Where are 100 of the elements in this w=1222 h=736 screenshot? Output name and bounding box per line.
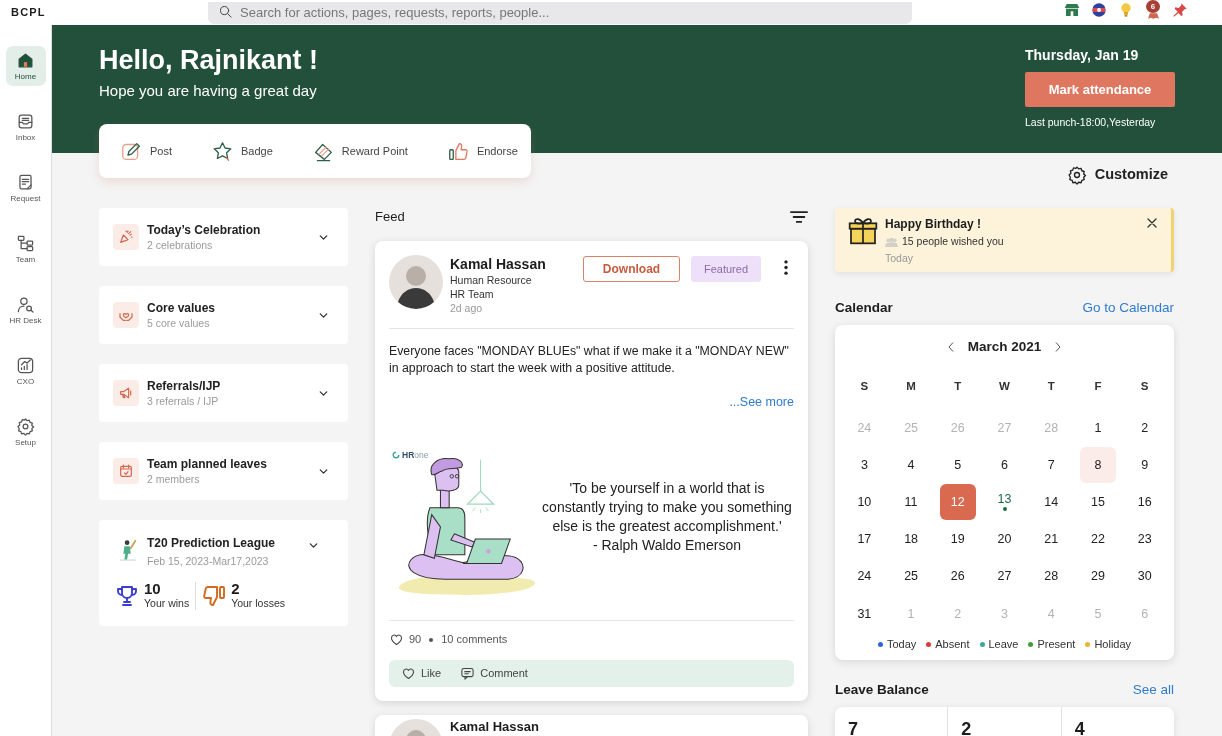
see-all-link[interactable]: See all [1132, 680, 1174, 701]
widget-subtitle: 2 celebrations [147, 238, 214, 252]
home-icon [16, 51, 35, 70]
settings-icon [1066, 165, 1087, 186]
comment-button[interactable]: Comment [460, 665, 528, 682]
calendar-day[interactable]: 1 [1079, 409, 1116, 446]
round-badge-icon[interactable] [1091, 2, 1107, 18]
trophy-icon [115, 583, 139, 608]
calendar-day[interactable]: 13 [986, 483, 1023, 520]
more-options-button[interactable] [784, 260, 788, 275]
like-count: 90 [409, 632, 422, 647]
legend-label: Today [886, 637, 917, 651]
document-icon [16, 173, 35, 192]
sidebar-item[interactable]: Team [5, 229, 46, 269]
calendar-day[interactable]: 25 [893, 558, 930, 595]
thumbs-down-icon [202, 583, 227, 608]
calendar-day[interactable]: 17 [846, 521, 883, 558]
comment-icon [460, 666, 476, 681]
hierarchy-icon [16, 234, 35, 253]
featured-tag: Featured [691, 256, 761, 282]
next-month-button[interactable] [1055, 341, 1062, 353]
weekday-label: T [1047, 379, 1055, 395]
sidebar-item[interactable]: Request [5, 168, 46, 208]
month-title: March 2021 [967, 337, 1042, 356]
calendar-day[interactable]: 6 [986, 446, 1023, 483]
calendar-day[interactable]: 27 [986, 558, 1023, 595]
calendar-day[interactable]: 3 [846, 446, 883, 483]
date-text: Thursday, Jan 19 [1025, 46, 1140, 64]
close-button[interactable] [1146, 217, 1158, 229]
quote-text: 'To be yourself in a world that is constantly trying to make you something else is the greatest accomplishment.' [541, 479, 793, 536]
calendar-day[interactable]: 29 [1079, 558, 1116, 595]
wishes-text: 15 people wished you [902, 235, 1004, 248]
calendar-day[interactable]: 4 [893, 446, 930, 483]
calendar-day[interactable]: 14 [1033, 483, 1070, 520]
quick-action-button[interactable]: Endorse [447, 140, 518, 162]
go-to-calendar-link[interactable]: Go to Calendar [1082, 297, 1174, 319]
party-popper-icon [113, 224, 139, 250]
calendar-day[interactable]: 24 [846, 558, 883, 595]
quick-action-button[interactable]: Reward Point [312, 140, 408, 162]
author-team: HR Team [450, 287, 495, 301]
calendar-icon [113, 458, 139, 484]
people-icon [885, 236, 898, 247]
star-icon [212, 140, 233, 162]
filter-icon[interactable] [790, 210, 808, 224]
chevron-left-icon [947, 341, 954, 353]
calendar-day[interactable]: 18 [893, 521, 930, 558]
calendar-day[interactable]: 31 [846, 595, 883, 632]
widget-subtitle: 2 members [147, 472, 201, 486]
calendar-day[interactable]: 11 [893, 483, 930, 520]
download-button[interactable]: Download [583, 256, 680, 282]
chevron-right-icon [1055, 341, 1062, 353]
calendar-day[interactable]: 16 [1126, 483, 1163, 520]
customize-button[interactable]: Customize [1066, 164, 1168, 186]
calendar-day[interactable]: 10 [846, 483, 883, 520]
legend-label: Holiday [1094, 637, 1132, 651]
weekday-label: S [860, 379, 869, 395]
calendar-day[interactable]: 20 [986, 521, 1023, 558]
calendar-day[interactable]: 30 [1126, 558, 1163, 595]
sidebar-item[interactable]: CXO [5, 351, 46, 391]
pin-icon[interactable] [1172, 2, 1188, 18]
calendar-day[interactable]: 28 [1033, 558, 1070, 595]
weekday-label: F [1094, 379, 1102, 395]
last-punch-text: Last punch-18:00,Yesterday [1025, 116, 1157, 128]
section-title: Leave Balance [835, 681, 929, 699]
calendar-day[interactable]: 19 [939, 521, 976, 558]
calendar-day[interactable]: 23 [1126, 521, 1163, 558]
sidebar-item[interactable]: HR Desk [5, 290, 46, 330]
quick-action-button[interactable]: Post [121, 140, 172, 162]
calendar-day[interactable]: 21 [1033, 521, 1070, 558]
stat-label: Your wins [144, 597, 190, 610]
bullet-dot-icon [429, 637, 434, 642]
calendar-day[interactable]: 26 [939, 558, 976, 595]
league-title: T20 Prediction League [147, 536, 276, 550]
logo-text: HRone [402, 450, 429, 460]
notification-count[interactable]: 6 [1146, 0, 1160, 13]
calendar-day[interactable]: 8 [1079, 446, 1116, 483]
weekday-label: W [999, 379, 1010, 395]
previous-month-button[interactable] [947, 341, 954, 353]
search-field[interactable]: Search for actions, pages, requests, reports, people... [208, 1, 912, 24]
calendar-day[interactable]: 7 [1033, 446, 1070, 483]
chart-icon [16, 356, 35, 375]
widget-title: Core values [147, 300, 216, 315]
calendar-day[interactable]: 2 [1126, 409, 1163, 446]
store-icon[interactable] [1064, 2, 1080, 18]
widget-title: Referrals/IJP [147, 378, 221, 393]
sidebar-item[interactable]: Setup [5, 412, 46, 452]
see-more-link[interactable]: ...See more [729, 395, 794, 409]
quick-action-button[interactable]: Badge [212, 140, 273, 162]
calendar-day[interactable]: 15 [1079, 483, 1116, 520]
legend-label: Present [1037, 637, 1076, 651]
comment-count: 10 comments [441, 632, 508, 647]
stat-label: Your losses [231, 597, 286, 610]
calendar-day[interactable]: 22 [1079, 521, 1116, 558]
quote-author: - Ralph Waldo Emerson [591, 536, 743, 555]
greeting-title: Hello, Rajnikant ! [99, 45, 319, 76]
calendar-day[interactable]: 9 [1126, 446, 1163, 483]
like-button[interactable]: Like [401, 665, 442, 682]
sidebar-item[interactable]: Home [5, 46, 46, 86]
calendar-day[interactable]: 5 [939, 446, 976, 483]
sidebar-item[interactable]: Inbox [5, 107, 46, 147]
